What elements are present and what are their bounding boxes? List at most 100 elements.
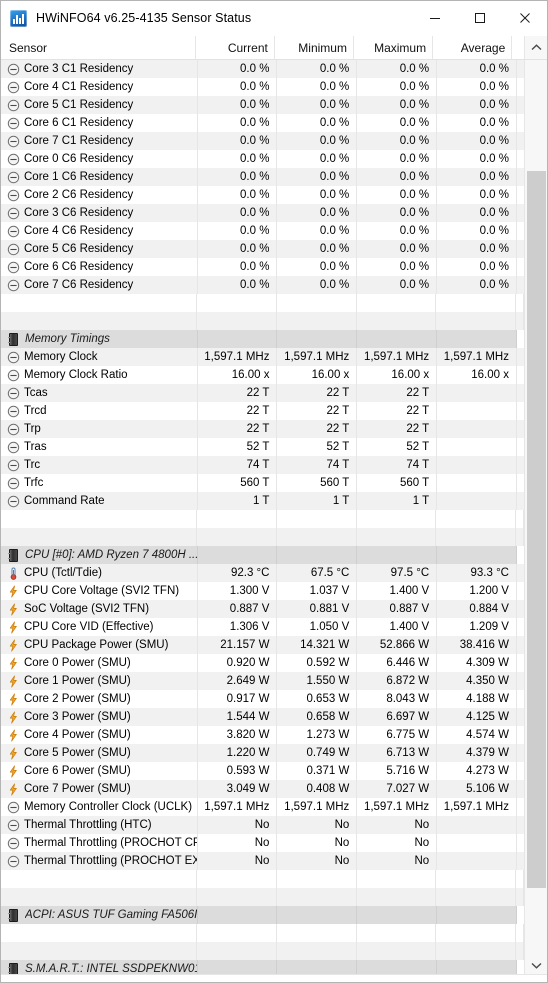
sensor-row[interactable]: CPU (Tctl/Tdie) 92.3 °C 67.5 °C 97.5 °C 93.3… — [1, 564, 524, 582]
sensor-value-maximum: 0.0 % — [357, 258, 438, 276]
sensor-row[interactable]: Memory Clock Ratio 16.00 x 16.00 x 16.00 x1… — [1, 366, 524, 384]
bolt-icon — [7, 782, 20, 796]
column-header-row: Sensor Current Minimum Maximum Average — [1, 36, 547, 60]
clock-icon — [7, 369, 20, 382]
sensor-label: CPU Package Power (SMU) — [24, 639, 169, 651]
sensor-row[interactable]: Core 7 C1 Residency 0.0 % 0.0 % 0.0 % 0.0 % — [1, 132, 524, 150]
sensor-label: Thermal Throttling (HTC) — [24, 819, 152, 831]
sensor-row[interactable]: Trcd 22 T 22 T 22 T — [1, 402, 524, 420]
spacer-row — [1, 870, 524, 888]
vertical-scrollbar[interactable] — [524, 60, 547, 974]
group-header-cell: S.M.A.R.T.: INTEL SSDPEKNW01... — [1, 960, 198, 974]
sensor-label: Tcas — [24, 387, 48, 399]
sensor-label: Memory Clock Ratio — [24, 369, 128, 381]
sensor-group-header[interactable]: Memory Timings — [1, 330, 524, 348]
spacer-row — [1, 312, 524, 330]
spacer-cell — [1, 294, 198, 312]
sensor-row[interactable]: Tcas 22 T 22 T 22 T — [1, 384, 524, 402]
minimize-button[interactable] — [412, 1, 457, 35]
sensor-row-tail — [517, 168, 524, 186]
scrollbar-thumb[interactable] — [526, 171, 546, 888]
sensor-row[interactable]: Core 5 Power (SMU) 1.220 W 0.749 W 6.713 W4… — [1, 744, 524, 762]
spacer-cell — [357, 942, 437, 960]
sensor-row[interactable]: Trfc 560 T 560 T 560 T — [1, 474, 524, 492]
sensor-name-cell: Core 4 C1 Residency — [1, 78, 198, 96]
sensor-row[interactable]: Core 7 Power (SMU) 3.049 W 0.408 W 7.027 W5… — [1, 780, 524, 798]
sensor-row[interactable]: CPU Core Voltage (SVI2 TFN) 1.300 V 1.037 … — [1, 582, 524, 600]
sensor-row[interactable]: Core 6 Power (SMU) 0.593 W 0.371 W 5.716 W4… — [1, 762, 524, 780]
sensor-row[interactable]: Thermal Throttling (HTC) No No No — [1, 816, 524, 834]
clock-icon — [7, 477, 20, 490]
sensor-name-cell: Trp — [1, 420, 198, 438]
bolt-icon — [7, 692, 20, 706]
sensor-row[interactable]: Core 7 C6 Residency 0.0 % 0.0 % 0.0 % 0.0 % — [1, 276, 524, 294]
column-header-current[interactable]: Current — [196, 36, 275, 59]
sensor-row[interactable]: Core 4 Power (SMU) 3.820 W 1.273 W 6.775 W4… — [1, 726, 524, 744]
bolt-icon — [7, 638, 20, 652]
sensor-row[interactable]: CPU Package Power (SMU) 21.157 W 14.321 W5… — [1, 636, 524, 654]
spacer-cell — [357, 528, 437, 546]
window-titlebar[interactable]: HWiNFO64 v6.25-4135 Sensor Status — [1, 1, 547, 36]
sensor-row[interactable]: Command Rate 1 T1 T1 T — [1, 492, 524, 510]
sensor-label: Memory Controller Clock (UCLK) — [24, 801, 193, 813]
sensor-value-current: 74 T — [198, 456, 278, 474]
sensor-value-minimum: 67.5 °C — [277, 564, 358, 582]
sensor-group-header[interactable]: ACPI: ASUS TUF Gaming FA506I... — [1, 906, 524, 924]
sensor-value-average — [437, 834, 517, 852]
sensor-label: Core 0 Power (SMU) — [24, 657, 131, 669]
sensor-row[interactable]: Memory Controller Clock (UCLK) 1,597.1 MH… — [1, 798, 524, 816]
sensor-row[interactable]: Core 4 C1 Residency 0.0 % 0.0 % 0.0 % 0.0 % — [1, 78, 524, 96]
sensor-label: Core 2 C6 Residency — [24, 189, 134, 201]
clock-icon — [7, 99, 20, 112]
spacer-cell — [197, 888, 277, 906]
sensor-row[interactable]: Core 1 C6 Residency 0.0 % 0.0 % 0.0 % 0.0 % — [1, 168, 524, 186]
sensor-row[interactable]: Core 3 Power (SMU) 1.544 W 0.658 W 6.697 W4… — [1, 708, 524, 726]
sensor-row[interactable]: Tras 52 T 52 T 52 T — [1, 438, 524, 456]
sensor-group-header[interactable]: S.M.A.R.T.: INTEL SSDPEKNW01... — [1, 960, 524, 974]
sensor-row[interactable]: Core 3 C6 Residency 0.0 % 0.0 % 0.0 % 0.0 % — [1, 204, 524, 222]
column-header-maximum[interactable]: Maximum — [354, 36, 434, 59]
sensor-value-average: 0.0 % — [437, 240, 517, 258]
sensor-row[interactable]: Core 1 Power (SMU) 2.649 W 1.550 W 6.872 W4… — [1, 672, 524, 690]
column-header-sensor[interactable]: Sensor — [1, 36, 196, 59]
spacer-cell — [357, 312, 437, 330]
sensor-row[interactable]: Core 4 C6 Residency 0.0 % 0.0 % 0.0 % 0.0 % — [1, 222, 524, 240]
clock-icon — [7, 63, 20, 76]
maximize-button[interactable] — [457, 1, 502, 35]
sensor-row[interactable]: Core 5 C1 Residency 0.0 % 0.0 % 0.0 % 0.0 % — [1, 96, 524, 114]
sensor-row[interactable]: Trp 22 T 22 T 22 T — [1, 420, 524, 438]
sensor-row[interactable]: Core 2 Power (SMU) 0.917 W 0.653 W 8.043 W4… — [1, 690, 524, 708]
sensor-row[interactable]: Core 6 C1 Residency 0.0 % 0.0 % 0.0 % 0.0 % — [1, 114, 524, 132]
column-header-average[interactable]: Average — [433, 36, 513, 59]
spacer-cell — [197, 924, 277, 942]
sensor-value-average — [437, 852, 517, 870]
scroll-down-button[interactable] — [524, 956, 547, 974]
sensor-value-average: 0.0 % — [437, 60, 517, 78]
sensor-value-minimum: 0.0 % — [277, 222, 358, 240]
sensor-value-current: 0.920 W — [198, 654, 278, 672]
sensor-row[interactable]: Thermal Throttling (PROCHOT EXT) No No No — [1, 852, 524, 870]
sensor-row-tail — [517, 564, 524, 582]
sensor-value-current: 2.649 W — [198, 672, 278, 690]
sensor-row[interactable]: Core 2 C6 Residency 0.0 % 0.0 % 0.0 % 0.0 % — [1, 186, 524, 204]
close-button[interactable] — [502, 1, 547, 35]
sensor-row[interactable]: Core 0 C6 Residency 0.0 % 0.0 % 0.0 % 0.0 % — [1, 150, 524, 168]
scrollbar-track[interactable] — [524, 60, 547, 956]
group-header-cell — [516, 960, 524, 974]
sensor-row[interactable]: Trc 74 T 74 T 74 T — [1, 456, 524, 474]
column-header-minimum[interactable]: Minimum — [275, 36, 354, 59]
sensor-row[interactable]: Memory Clock 1,597.1 MHz 1,597.1 MHz 1,597.… — [1, 348, 524, 366]
sensor-row[interactable]: Thermal Throttling (PROCHOT CPU) No No No — [1, 834, 524, 852]
sensor-row[interactable]: Core 0 Power (SMU) 0.920 W 0.592 W 6.446 W4… — [1, 654, 524, 672]
sensor-row-tail — [517, 96, 524, 114]
sensor-row[interactable]: SoC Voltage (SVI2 TFN) 0.887 V 0.881 V 0.88… — [1, 600, 524, 618]
sensor-value-minimum: 0.0 % — [277, 186, 358, 204]
sensor-row[interactable]: Core 5 C6 Residency 0.0 % 0.0 % 0.0 % 0.0 % — [1, 240, 524, 258]
scroll-up-button[interactable] — [524, 36, 547, 59]
sensor-value-minimum: 0.653 W — [277, 690, 358, 708]
sensor-group-header[interactable]: CPU [#0]: AMD Ryzen 7 4800H ... — [1, 546, 524, 564]
sensor-row[interactable]: CPU Core VID (Effective) 1.306 V 1.050 V 1.… — [1, 618, 524, 636]
sensor-value-average — [437, 492, 517, 510]
sensor-row[interactable]: Core 6 C6 Residency 0.0 % 0.0 % 0.0 % 0.0 % — [1, 258, 524, 276]
sensor-row[interactable]: Core 3 C1 Residency 0.0 % 0.0 % 0.0 % 0.0 % — [1, 60, 524, 78]
